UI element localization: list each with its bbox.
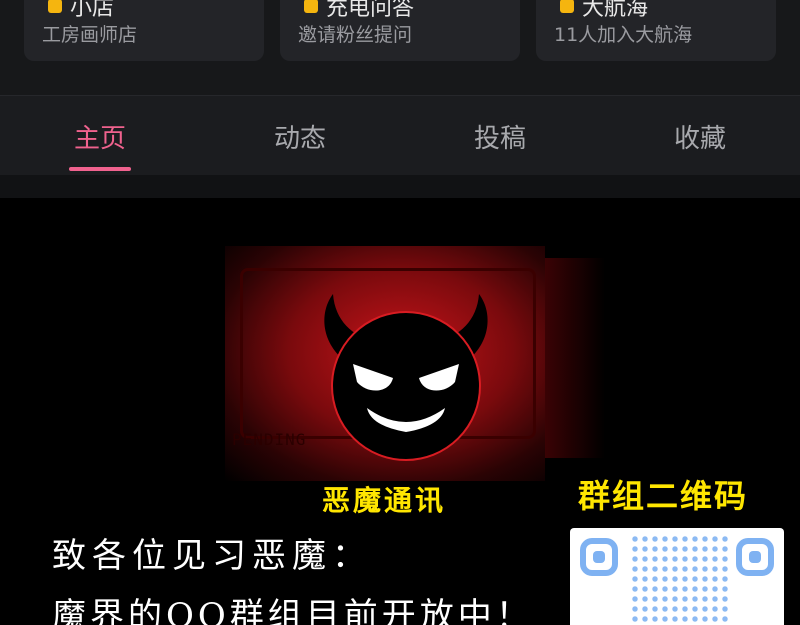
plate-label: PENDING bbox=[232, 430, 307, 449]
tab-favorites[interactable]: 收藏 bbox=[640, 118, 760, 155]
tab-posts[interactable]: 投稿 bbox=[440, 118, 560, 155]
shop-card-subtitle: 工房画师店 bbox=[42, 24, 138, 46]
announcement-banner[interactable]: PENDING 恶魔通讯 群组二维码 致各位见习恶魔： 魔界的QQ群组目前开放中… bbox=[0, 198, 800, 625]
message-line-1: 致各位见习恶魔： bbox=[52, 536, 372, 576]
profile-header: 小店 工房画师店 充电问答 邀请粉丝提问 大航海 11人加入大航海 主页 动态 … bbox=[0, 0, 800, 198]
qa-card-title: 充电问答 bbox=[326, 0, 415, 21]
qa-card-subtitle: 邀请粉丝提问 bbox=[298, 24, 413, 46]
shop-icon bbox=[48, 0, 62, 13]
voyage-card-title: 大航海 bbox=[582, 0, 649, 21]
qr-code[interactable] bbox=[570, 528, 784, 625]
shop-card-title: 小店 bbox=[70, 0, 115, 21]
devil-logo-icon bbox=[324, 294, 488, 461]
charge-icon bbox=[304, 0, 318, 13]
tab-dynamics[interactable]: 动态 bbox=[240, 118, 360, 155]
anchor-icon bbox=[560, 0, 574, 13]
message-line-2: 魔界的QQ群组目前开放中！ bbox=[52, 596, 534, 625]
qa-card[interactable]: 充电问答 邀请粉丝提问 bbox=[280, 0, 520, 61]
qr-finder-right bbox=[736, 538, 774, 576]
tab-home[interactable]: 主页 bbox=[40, 118, 160, 155]
active-tab-indicator bbox=[69, 167, 131, 171]
qr-finder-left bbox=[580, 538, 618, 576]
qr-pattern bbox=[630, 534, 730, 625]
banner-title: 恶魔通讯 bbox=[322, 484, 447, 517]
shop-card[interactable]: 小店 工房画师店 bbox=[24, 0, 264, 61]
tab-bar: 主页 动态 投稿 收藏 bbox=[0, 95, 800, 176]
qr-title: 群组二维码 bbox=[578, 477, 749, 515]
voyage-card[interactable]: 大航海 11人加入大航海 bbox=[536, 0, 776, 61]
divider bbox=[0, 175, 800, 198]
voyage-card-subtitle: 11人加入大航海 bbox=[554, 24, 693, 46]
feature-cards: 小店 工房画师店 充电问答 邀请粉丝提问 大航海 11人加入大航海 bbox=[0, 0, 800, 95]
